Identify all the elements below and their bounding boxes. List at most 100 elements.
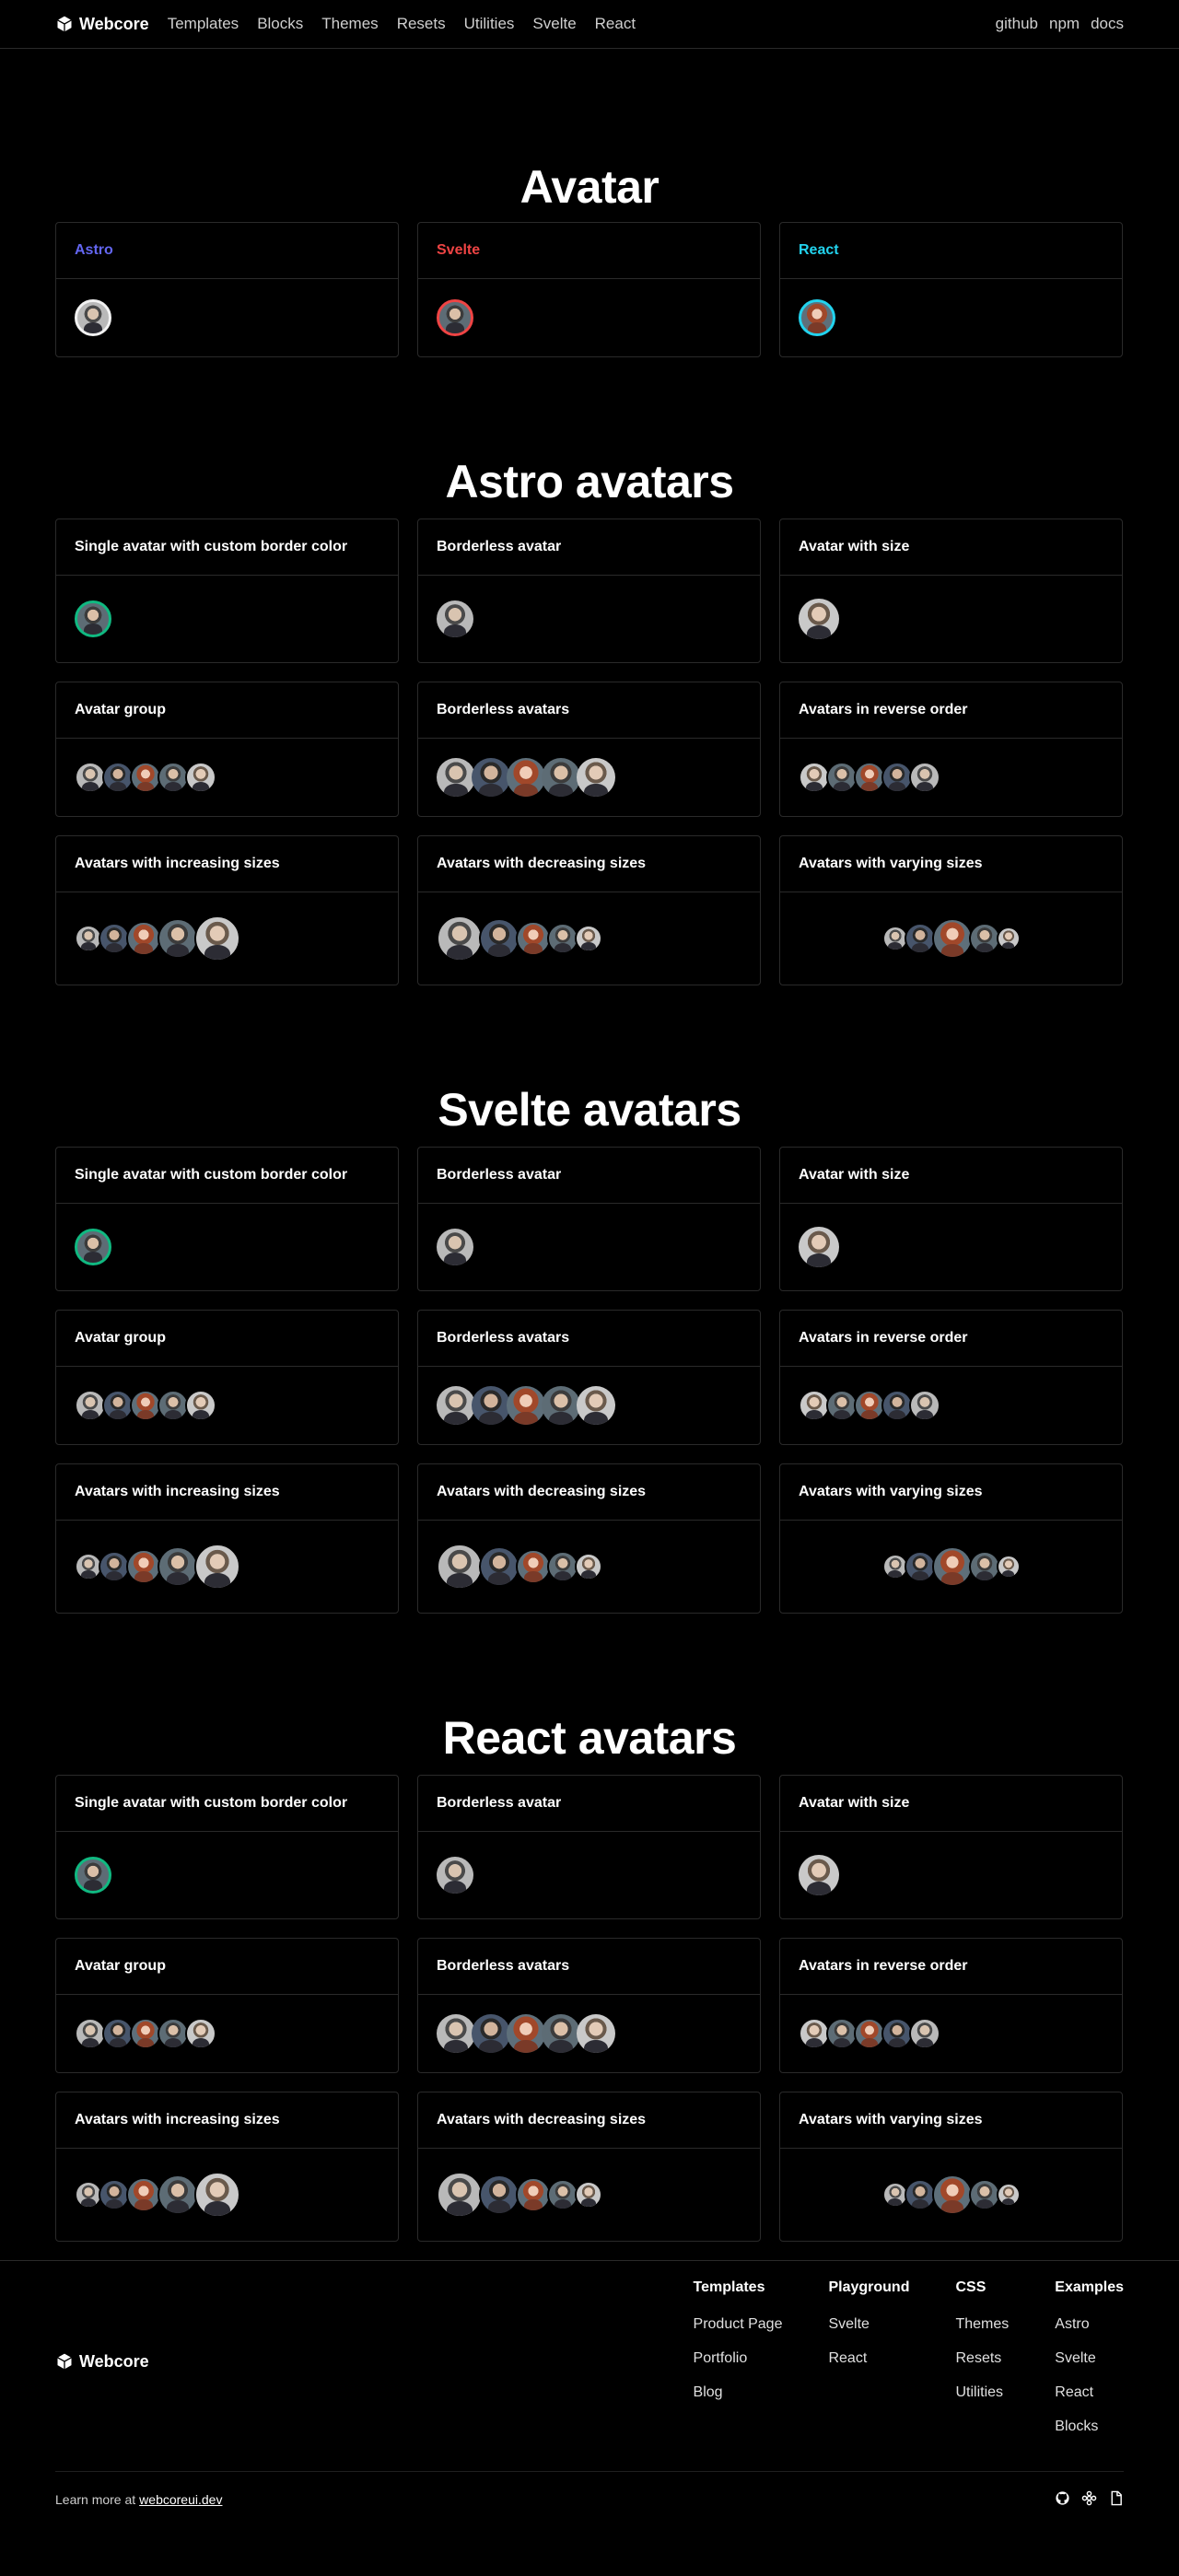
card-body (56, 1521, 398, 1613)
card-body (780, 2149, 1122, 2241)
example-card: Single avatar with custom border color (55, 519, 399, 663)
nav-svelte[interactable]: Svelte (532, 15, 576, 33)
nav-docs[interactable]: docs (1091, 15, 1124, 33)
card-body (56, 1832, 398, 1918)
avatar (472, 1386, 510, 1425)
footer-column-title: Examples (1055, 2279, 1124, 2295)
card-title: Avatars with decreasing sizes (418, 2092, 760, 2149)
intro-grid: Astro Svelte React (55, 222, 1124, 357)
nav-utilities[interactable]: Utilities (464, 15, 515, 33)
avatar (904, 1551, 936, 1582)
example-card: Avatars with varying sizes (779, 835, 1123, 985)
footer-link[interactable]: Blocks (1055, 2419, 1098, 2435)
avatar (996, 1555, 1021, 1579)
avatar (102, 762, 134, 793)
avatar-group (437, 2172, 602, 2218)
avatar (516, 1549, 551, 1584)
webcore-link[interactable]: webcoreui.dev (139, 2492, 222, 2507)
avatar (437, 600, 473, 637)
footer-column-title: Playground (828, 2279, 910, 2295)
example-card: Borderless avatars (417, 682, 761, 817)
footer-link[interactable]: Portfolio (694, 2350, 748, 2367)
avatar (542, 2014, 580, 2053)
avatar (472, 2014, 510, 2053)
nav-right: github npm docs (996, 15, 1124, 33)
footer-link[interactable]: Resets (955, 2350, 1001, 2367)
avatar (75, 1390, 106, 1421)
avatar (185, 2018, 216, 2049)
footer-link[interactable]: React (1055, 2384, 1093, 2401)
card-title: Single avatar with custom border color (56, 1776, 398, 1832)
framework-label: Svelte (418, 223, 760, 279)
card-body (56, 1995, 398, 2072)
example-card: Avatars with varying sizes (779, 1463, 1123, 1614)
avatar (75, 762, 106, 793)
footer-column-title: CSS (955, 2279, 986, 2295)
avatar (479, 2174, 519, 2215)
nav-blocks[interactable]: Blocks (257, 15, 303, 33)
card-body (418, 1521, 760, 1613)
card-title: Borderless avatar (418, 1148, 760, 1204)
nav-npm[interactable]: npm (1049, 15, 1080, 33)
avatar (130, 1390, 161, 1421)
footer-link[interactable]: Svelte (828, 2316, 869, 2333)
avatar-group (799, 2018, 940, 2049)
card-title: Avatars in reverse order (780, 1311, 1122, 1367)
example-card: Avatars with increasing sizes (55, 2092, 399, 2242)
card-title: Avatar with size (780, 519, 1122, 576)
avatar (472, 758, 510, 797)
footer-link[interactable]: Astro (1055, 2316, 1089, 2333)
avatar (968, 2179, 1000, 2210)
cube-icon (57, 16, 72, 32)
card-body (418, 1367, 760, 1444)
avatar (130, 762, 161, 793)
example-card: Avatars with increasing sizes (55, 835, 399, 985)
card-title: Avatars with varying sizes (780, 1464, 1122, 1521)
footer-link[interactable]: Themes (955, 2316, 1009, 2333)
footer-link[interactable]: Product Page (694, 2316, 783, 2333)
avatar (575, 1553, 602, 1580)
avatar (799, 1390, 830, 1421)
avatar (185, 762, 216, 793)
avatar (577, 1386, 615, 1425)
section-title: Astro avatars (445, 456, 734, 507)
avatar (909, 762, 940, 793)
card-title: Avatar group (56, 1939, 398, 1995)
learn-more-text: Learn more at (55, 2491, 136, 2507)
card-title: Borderless avatars (418, 1939, 760, 1995)
footer-link[interactable]: Svelte (1055, 2350, 1095, 2367)
card-title: Avatars with varying sizes (780, 2092, 1122, 2149)
avatar (437, 2014, 475, 2053)
footer-brand[interactable]: Webcore (55, 2279, 149, 2443)
example-card: Borderless avatar (417, 1147, 761, 1291)
nav-templates[interactable]: Templates (168, 15, 239, 33)
avatar-group (75, 1544, 240, 1590)
avatar (130, 2018, 161, 2049)
example-card: Avatars in reverse order (779, 1310, 1123, 1445)
card-body (418, 2149, 760, 2241)
nav-github[interactable]: github (996, 15, 1038, 33)
framework-card: React (779, 222, 1123, 357)
avatar (826, 762, 858, 793)
brand-logo[interactable]: Webcore (55, 15, 149, 34)
avatar (968, 1551, 1000, 1582)
example-card: Avatars in reverse order (779, 682, 1123, 817)
avatar (194, 2172, 240, 2218)
nav-themes[interactable]: Themes (321, 15, 378, 33)
footer-link[interactable]: React (828, 2350, 867, 2367)
docs-icon[interactable] (1108, 2490, 1124, 2509)
avatar (904, 923, 936, 954)
avatar (185, 1390, 216, 1421)
figma-icon[interactable] (1081, 2490, 1097, 2509)
nav-react[interactable]: React (595, 15, 636, 33)
footer-link[interactable]: Blog (694, 2384, 723, 2401)
nav-resets[interactable]: Resets (397, 15, 446, 33)
footer-link[interactable]: Utilities (955, 2384, 1003, 2401)
avatar (126, 921, 161, 956)
avatar (75, 1857, 111, 1894)
avatar (158, 918, 198, 959)
github-icon[interactable] (1055, 2490, 1070, 2509)
avatar (479, 1546, 519, 1587)
section-grid: Single avatar with custom border color B… (55, 1147, 1124, 1614)
avatar (479, 918, 519, 959)
